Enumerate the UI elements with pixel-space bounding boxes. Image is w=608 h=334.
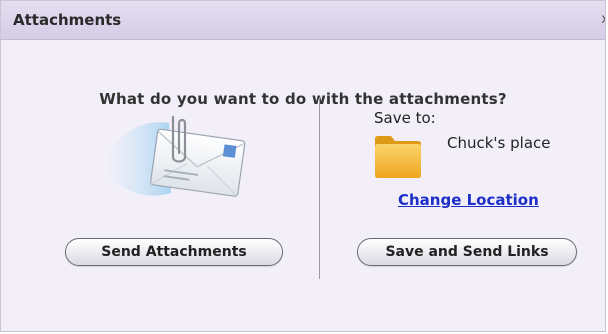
save-and-send-links-button[interactable]: Save and Send Links (357, 238, 577, 266)
dialog-title: Attachments (13, 11, 122, 29)
send-attachments-button[interactable]: Send Attachments (65, 238, 283, 266)
close-icon[interactable]: x (601, 12, 605, 27)
envelope-with-paperclip-icon (101, 115, 246, 197)
dialog-titlebar: Attachments x (1, 1, 605, 40)
question-text: What do you want to do with the attachme… (99, 90, 507, 108)
attachments-dialog: Attachments x What do you want to do wit… (0, 0, 606, 332)
save-to-label: Save to: (374, 109, 436, 127)
save-location-name: Chuck's place (447, 134, 551, 152)
change-location-link[interactable]: Change Location (398, 191, 539, 209)
folder-icon (375, 136, 421, 178)
column-divider (319, 97, 320, 279)
